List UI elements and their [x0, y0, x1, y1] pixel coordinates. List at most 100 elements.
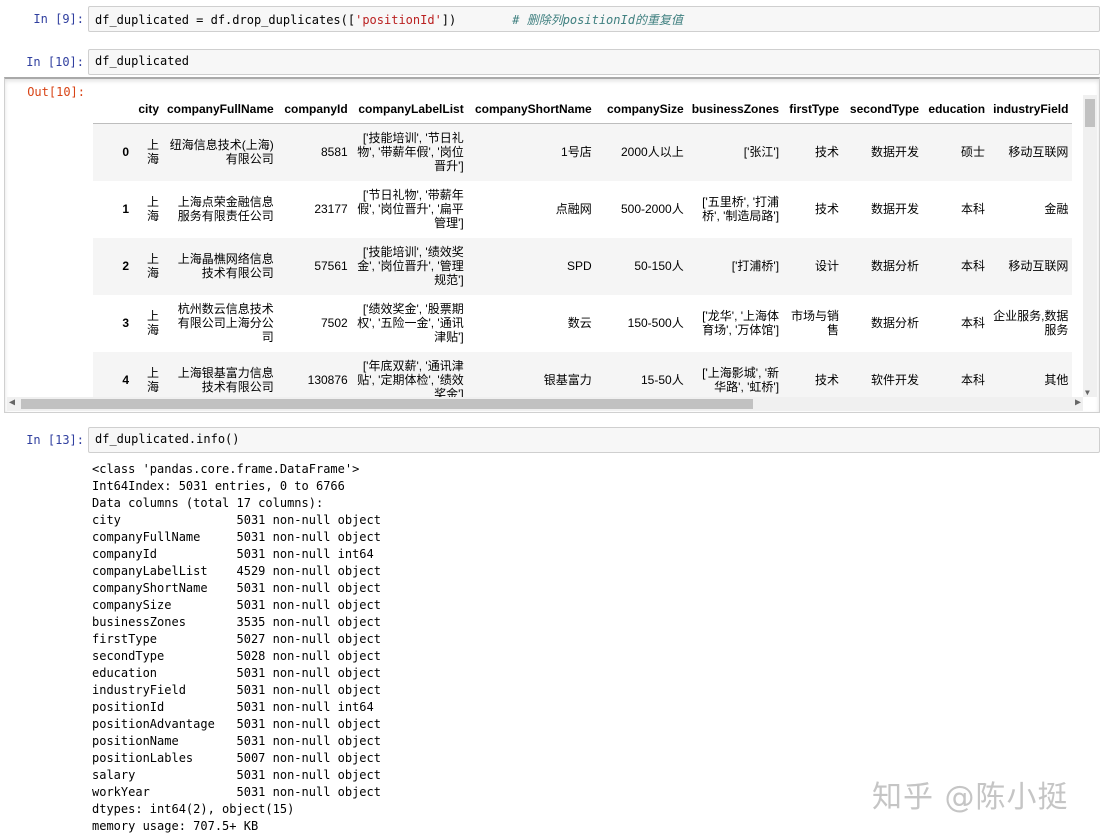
- row-index: 0: [122, 145, 129, 160]
- output-line: positionLables 5007 non-null object: [92, 751, 381, 765]
- table-row: 1 上海 上海点荣金融信息服务有限责任公司 23177 ['节日礼物', '带薪年假',…: [93, 181, 1072, 238]
- table-cell: 市场与销售: [791, 309, 840, 337]
- row-index: 2: [122, 259, 129, 273]
- column-header: industryField: [989, 95, 1073, 124]
- table-cell: 上海晶樵网络信息技术有限公司: [177, 252, 274, 280]
- table-cell: 移动互联网: [1008, 145, 1069, 160]
- table-cell: 技术: [815, 202, 840, 216]
- cell-prompt-in9: In [9]:: [33, 12, 84, 26]
- cell-prompt-in10: In [10]:: [26, 55, 84, 69]
- row-index: 4: [122, 373, 129, 387]
- code-comment: # 删除列positionId的重复值: [512, 13, 683, 27]
- column-header: [93, 95, 133, 124]
- output-line: positionId 5031 non-null int64: [92, 700, 374, 714]
- table-cell: ['年底双薪', '通讯津贴', '定期体检', '绩效奖金']: [357, 359, 464, 397]
- cell-prompt-out10: Out[10]:: [27, 85, 85, 99]
- table-cell: 1号店: [561, 145, 592, 160]
- table-cell: 数云: [567, 316, 592, 330]
- output-line: salary 5031 non-null object: [92, 768, 381, 782]
- table-cell: 软件开发: [871, 373, 920, 387]
- table-row: 0 上海 纽海信息技术(上海)有限公司 8581 ['技能培训', '节日礼物', '带…: [93, 123, 1073, 181]
- cell-prompt-in13: In [13]:: [26, 433, 84, 447]
- table-cell: 50-150人: [634, 259, 684, 273]
- column-header: businessZones: [687, 95, 784, 124]
- table-cell: 其他: [1044, 373, 1069, 387]
- table-cell: 150-500人: [627, 316, 684, 330]
- table-cell: 本科: [961, 202, 986, 216]
- table-cell: 23177: [314, 202, 348, 216]
- output-line: workYear 5031 non-null object: [92, 785, 381, 799]
- column-header: companyFullName: [163, 95, 278, 124]
- code-string: 'positionId': [355, 13, 442, 27]
- output-line: industryField 5031 non-null object: [92, 683, 381, 697]
- table-cell: ['打浦桥']: [731, 259, 780, 273]
- table-cell: 银基富力: [543, 373, 592, 387]
- column-header: city: [133, 95, 163, 124]
- code-cell-in13[interactable]: df_duplicated.info(): [88, 427, 1100, 453]
- table-cell: 设计: [815, 259, 840, 273]
- vertical-scroll-thumb[interactable]: [1085, 99, 1095, 127]
- vertical-scrollbar[interactable]: ▼: [1083, 95, 1097, 397]
- horizontal-scroll-thumb[interactable]: [21, 399, 753, 409]
- output-line: Int64Index: 5031 entries, 0 to 6766: [92, 479, 345, 493]
- dataframe-view: city companyFullName companyId companyLabel…: [93, 95, 1089, 397]
- output-line: firstType 5027 non-null object: [92, 632, 381, 646]
- code-text: ]): [441, 13, 457, 27]
- right-arrow-icon[interactable]: ▶: [1075, 397, 1081, 408]
- row-index: 3: [122, 316, 129, 330]
- table-cell: 企业服务,数据服务: [993, 309, 1069, 337]
- table-cell: 硕士: [961, 145, 986, 160]
- table-cell: 上海: [146, 138, 159, 167]
- output-line: memory usage: 707.5+ KB: [92, 819, 259, 833]
- table-cell: 57561: [314, 259, 348, 273]
- output-line: secondType 5028 non-null object: [92, 649, 381, 663]
- table-cell: 130876: [307, 373, 348, 387]
- code-text: df_duplicated = df.drop_duplicates([: [95, 13, 356, 27]
- code-cell-in10[interactable]: df_duplicated: [88, 49, 1100, 75]
- table-cell: 数据分析: [871, 316, 920, 330]
- down-arrow-icon[interactable]: ▼: [1085, 388, 1090, 397]
- output-line: companyId 5031 non-null int64: [92, 547, 374, 561]
- table-cell: 点融网: [555, 202, 592, 216]
- column-header: companySize: [595, 95, 688, 124]
- column-header: companyShortName: [467, 95, 596, 124]
- table-cell: ['五里桥', '打浦桥', '制造局路']: [702, 195, 780, 223]
- table-cell: 15-50人: [641, 373, 684, 387]
- table-cell: 上海: [146, 195, 159, 223]
- column-header: firstType: [783, 95, 844, 124]
- output-line: companyShortName 5031 non-null object: [92, 581, 381, 595]
- left-arrow-icon[interactable]: ◀: [9, 397, 15, 408]
- horizontal-scrollbar[interactable]: ◀ ▶: [7, 397, 1083, 411]
- table-cell: 上海点荣金融信息服务有限责任公司: [177, 195, 274, 223]
- output-line: positionAdvantage 5031 non-null object: [92, 717, 381, 731]
- table-cell: 移动互联网: [1008, 259, 1069, 273]
- output-line: Data columns (total 17 columns):: [92, 496, 324, 510]
- table-cell: 技术: [815, 145, 840, 160]
- output-area-out10: Out[10]: city companyFullName companyId com…: [4, 77, 1100, 413]
- output-line: businessZones 3535 non-null object: [92, 615, 381, 629]
- table-cell: ['龙华', '上海体育场', '万体馆']: [702, 309, 780, 337]
- column-header: companyLabelList: [351, 95, 468, 124]
- output-line: <class 'pandas.core.frame.DataFrame'>: [92, 462, 360, 476]
- output-line: city 5031 non-null object: [92, 513, 381, 527]
- table-cell: ['张江']: [743, 145, 780, 160]
- table-cell: 500-2000人: [620, 202, 684, 216]
- code-cell-in9[interactable]: df_duplicated = df.drop_duplicates(['pos…: [88, 6, 1100, 32]
- output-line: dtypes: int64(2), object(15): [92, 802, 295, 816]
- row-index: 1: [122, 202, 129, 216]
- table-cell: 2000人以上: [621, 145, 684, 160]
- table-cell: 技术: [815, 373, 840, 387]
- column-header: education: [923, 95, 990, 124]
- column-header: secondType: [843, 95, 924, 124]
- output-line: education 5031 non-null object: [92, 666, 381, 680]
- table-cell: 7502: [321, 316, 348, 330]
- table-cell: 上海银基富力信息技术有限公司: [177, 366, 274, 394]
- table-cell: ['技能培训', '节日礼物', '带薪年假', '岗位晋升']: [357, 131, 464, 174]
- table-cell: ['技能培训', '绩效奖金', '岗位晋升', '管理规范']: [357, 245, 464, 287]
- table-cell: 上海: [146, 309, 159, 337]
- table-cell: 8581: [321, 145, 348, 160]
- column-header: companyId: [277, 95, 352, 124]
- output-line: companyFullName 5031 non-null object: [92, 530, 381, 544]
- table-cell: ['绩效奖金', '股票期权', '五险一金', '通讯津贴']: [357, 302, 464, 344]
- table-cell: 数据开发: [871, 202, 920, 216]
